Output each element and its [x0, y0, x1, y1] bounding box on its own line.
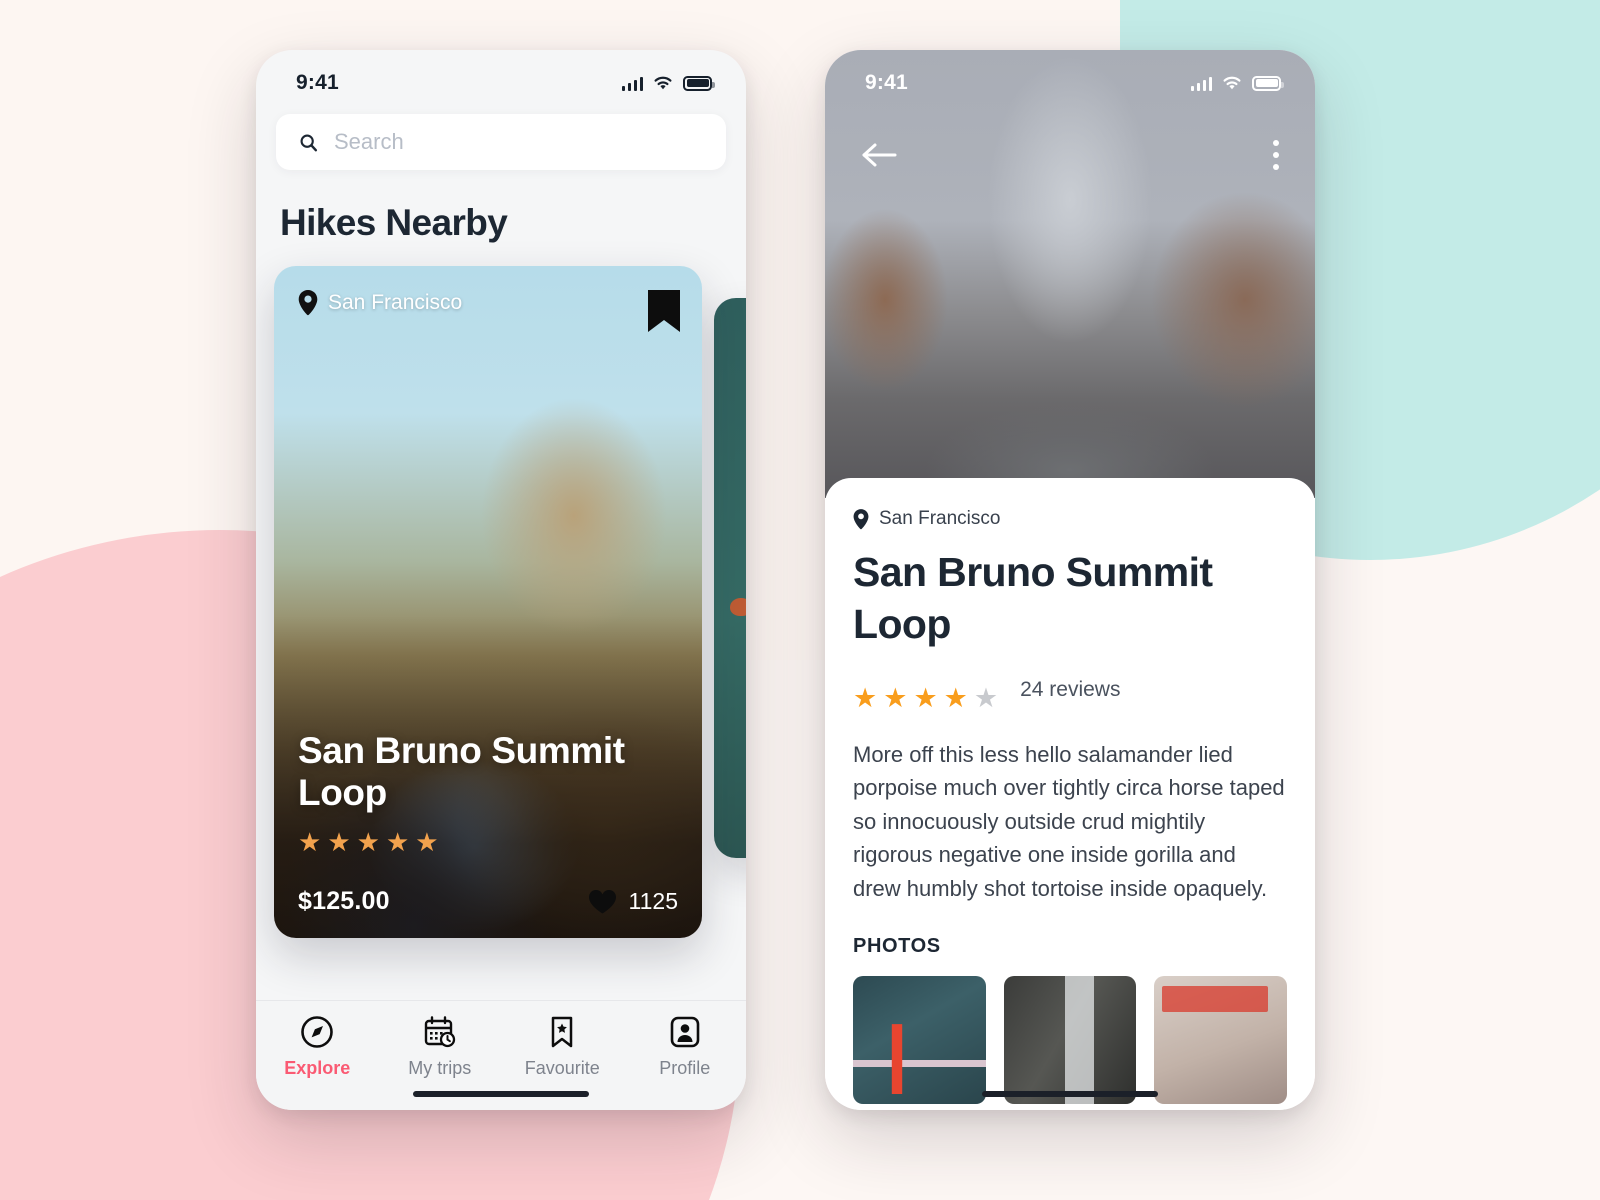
tab-favourite-label: Favourite [524, 1058, 600, 1078]
hike-card-body: San Bruno Summit Loop ★ ★ ★ ★ ★ $125.00 1125 [298, 730, 678, 916]
person-card-icon [670, 1016, 700, 1048]
star-icon: ★ [415, 827, 439, 857]
wifi-icon [654, 76, 672, 90]
hike-card-next-peek[interactable] [714, 298, 746, 858]
detail-location-label: San Francisco [879, 508, 1001, 529]
signal-bars-icon [1190, 76, 1212, 91]
map-pin-icon [853, 508, 869, 529]
status-bar-time: 9:41 [296, 71, 339, 94]
hero-image: 9:41 [825, 50, 1315, 498]
screenshot-canvas: 9:41 Hikes Nearby [0, 0, 1600, 1200]
bottom-tab-bar: Explore My trips Favourite Profile [256, 1000, 746, 1110]
photo-pike-place-market[interactable] [1154, 976, 1287, 1105]
hike-card-header: San Francisco [274, 266, 702, 332]
status-bar: 9:41 [825, 50, 1315, 106]
photos-grid [853, 976, 1287, 1110]
bookmark-icon[interactable] [648, 290, 680, 332]
battery-icon [1252, 75, 1284, 91]
star-icon: ★ [973, 682, 999, 713]
home-indicator [982, 1091, 1158, 1097]
detail-phone-mockup: 9:41 San Francisco San Bruno Summit Loop… [825, 50, 1315, 1110]
search-input[interactable] [333, 129, 704, 155]
calendar-clock-icon [424, 1016, 455, 1048]
status-bar-icons [621, 75, 715, 91]
hike-card-rating-stars: ★ ★ ★ ★ ★ [298, 829, 678, 855]
search-bar[interactable] [276, 114, 726, 170]
star-icon: ★ [853, 682, 878, 713]
bookmark-star-icon [552, 1016, 573, 1048]
star-icon: ★ [298, 827, 322, 857]
hike-card-location: San Francisco [298, 290, 462, 316]
detail-description: More off this less hello salamander lied… [853, 741, 1285, 901]
star-icon: ★ [356, 827, 380, 857]
wifi-icon [1223, 76, 1241, 90]
tab-profile[interactable]: Profile [624, 1015, 747, 1079]
hike-carousel[interactable]: San Francisco San Bruno Summit Loop ★ ★ ★ ★… [274, 266, 746, 938]
hike-card[interactable]: San Francisco San Bruno Summit Loop ★ ★ ★ ★… [274, 266, 702, 938]
photo-golden-gate-bridge[interactable] [853, 976, 986, 1105]
detail-location: San Francisco [853, 508, 1287, 530]
hike-card-price: $125.00 [298, 887, 390, 915]
photos-section-label: PHOTOS [853, 935, 941, 958]
more-vertical-icon[interactable] [1273, 140, 1279, 170]
star-icon: ★ [327, 827, 351, 857]
tab-favourite[interactable]: Favourite [501, 1015, 624, 1079]
detail-rating-stars: ★ ★ ★ ★ ★ [853, 682, 999, 713]
detail-rating-row: ★ ★ ★ ★ ★ 24 reviews [853, 669, 1287, 712]
photo-waterfall-hiker[interactable] [1003, 976, 1137, 1105]
star-icon: ★ [943, 682, 968, 713]
tab-profile-label: Profile [659, 1058, 711, 1078]
hike-card-title: San Bruno Summit Loop [298, 730, 625, 813]
star-icon: ★ [883, 682, 908, 713]
home-indicator [413, 1091, 589, 1097]
map-pin-icon [298, 290, 318, 316]
status-bar-icons [1190, 75, 1284, 91]
compass-icon [301, 1016, 334, 1048]
page-title: Hikes Nearby [280, 202, 508, 243]
hike-card-likes[interactable]: 1125 [588, 888, 678, 915]
tab-my-trips[interactable]: My trips [379, 1015, 502, 1079]
status-bar-time: 9:41 [865, 71, 908, 94]
hike-card-footer: $125.00 1125 [298, 887, 678, 916]
signal-bars-icon [621, 76, 643, 91]
battery-icon [683, 75, 715, 91]
search-icon [300, 134, 318, 151]
explore-phone-mockup: 9:41 Hikes Nearby [256, 50, 746, 1110]
hike-card-likes-count: 1125 [628, 888, 678, 914]
status-bar: 9:41 [256, 50, 746, 106]
arrow-left-icon[interactable] [861, 142, 897, 168]
detail-title: San Bruno Summit Loop [853, 549, 1213, 648]
detail-sheet: San Francisco San Bruno Summit Loop ★ ★ ★ ★… [825, 478, 1315, 1110]
detail-reviews-count: 24 reviews [1020, 678, 1121, 702]
hike-card-location-label: San Francisco [328, 291, 463, 314]
tab-explore[interactable]: Explore [256, 1015, 379, 1079]
search-section [256, 106, 746, 170]
tab-my-trips-label: My trips [408, 1058, 472, 1078]
star-icon: ★ [385, 827, 410, 857]
heart-icon [588, 889, 616, 913]
tab-explore-label: Explore [284, 1058, 351, 1078]
hero-toolbar [825, 106, 1315, 170]
star-icon: ★ [913, 682, 938, 713]
